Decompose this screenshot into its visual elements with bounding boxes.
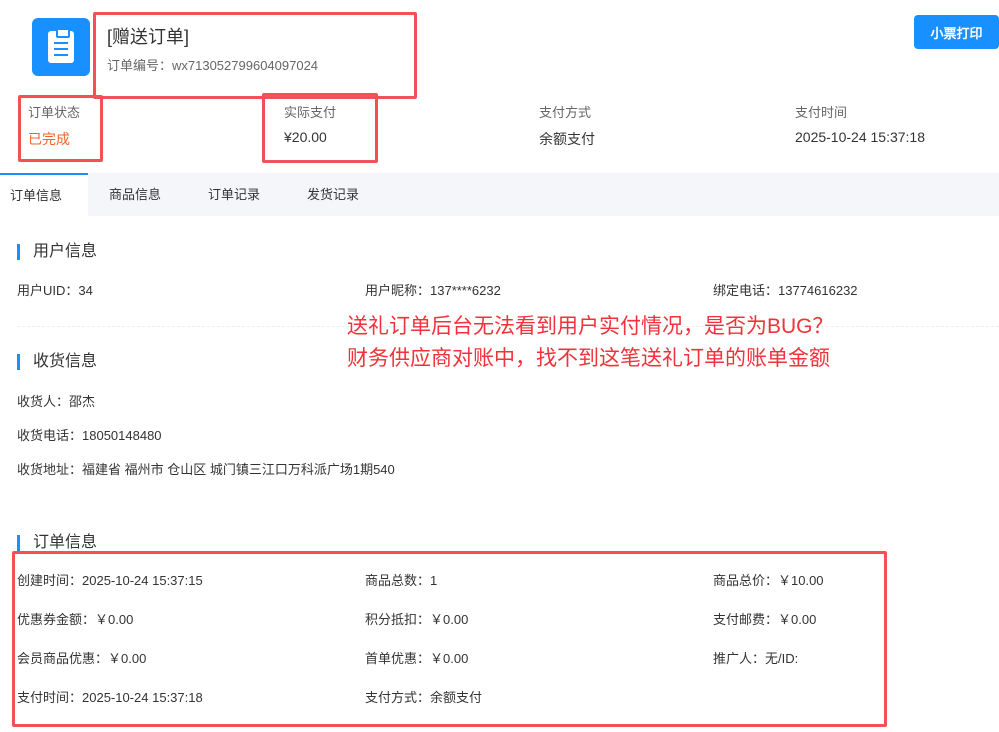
stat-value-time: 2025-10-24 15:37:18 — [795, 129, 925, 145]
annotation-box — [93, 12, 417, 99]
print-receipt-button[interactable]: 小票打印 — [914, 15, 999, 49]
tab-bar: 订单信息 商品信息 订单记录 发货记录 — [0, 173, 999, 216]
annotation-text: 送礼订单后台无法看到用户实付情况，是否为BUG？ — [347, 315, 834, 338]
receiver-name: 收货人：邵杰 — [17, 394, 96, 409]
section-title-shipping: 收货信息 — [17, 354, 97, 370]
user-phone: 绑定电话：13774616232 — [713, 283, 858, 298]
annotation-text: 财务供应商对账中，找不到这笔送礼订单的账单金额 — [347, 347, 830, 370]
tab-product-info[interactable]: 商品信息 — [99, 173, 171, 216]
user-nickname: 用户昵称：137****6232 — [365, 283, 501, 298]
user-uid: 用户UID：34 — [17, 283, 93, 298]
annotation-box — [262, 93, 378, 163]
tab-order-info[interactable]: 订单信息 — [0, 173, 88, 216]
tab-order-log[interactable]: 订单记录 — [198, 173, 270, 216]
stat-value-method: 余额支付 — [539, 131, 595, 147]
receiver-address: 收货地址：福建省 福州市 仓山区 城门镇三江口万科派广场1期540 — [17, 462, 395, 477]
section-title-user: 用户信息 — [17, 244, 97, 260]
order-icon — [32, 18, 90, 76]
annotation-box — [18, 95, 103, 162]
tab-shipping-log[interactable]: 发货记录 — [297, 173, 369, 216]
stat-label-method: 支付方式 — [539, 105, 592, 120]
stat-label-time: 支付时间 — [795, 105, 848, 120]
annotation-box — [12, 551, 887, 727]
section-title-order: 订单信息 — [17, 535, 97, 551]
receiver-phone: 收货电话：18050148480 — [17, 428, 162, 443]
